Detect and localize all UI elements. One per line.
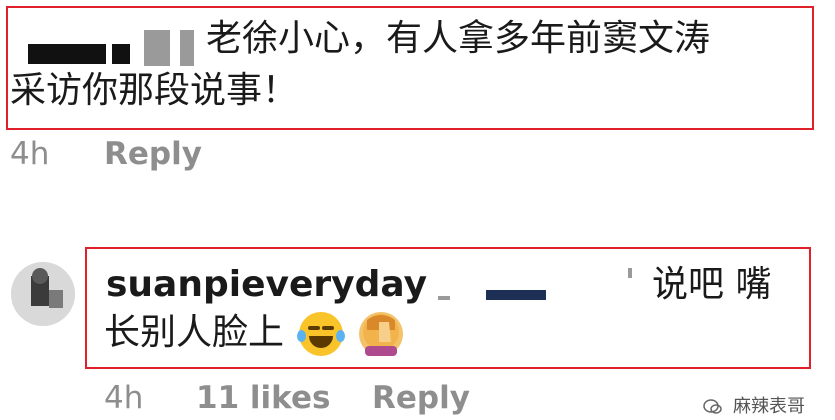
watermark: 麻辣表哥	[703, 392, 805, 418]
redacted-username	[180, 30, 194, 66]
redacted-username	[112, 44, 130, 64]
facepalm-icon	[358, 312, 403, 356]
face-with-tears-of-joy-icon	[297, 312, 346, 356]
comment-2-username[interactable]: suanpieveryday	[106, 260, 427, 310]
comment-1-text-line1: 老徐小心，有人拿多年前窦文涛	[206, 18, 711, 59]
redacted-username	[28, 44, 106, 64]
redacted-username	[144, 30, 170, 66]
redacted-mention	[486, 290, 546, 300]
comment-2-text-line2: 长别人脸上	[104, 312, 285, 353]
comment-2-reply-button[interactable]: Reply	[372, 380, 470, 416]
watermark-text: 麻辣表哥	[733, 396, 805, 417]
comment-2-time: 4h	[104, 380, 144, 416]
comment-2-text-right: 说吧 嘴	[652, 264, 772, 305]
redacted-mention	[438, 296, 450, 300]
avatar[interactable]	[11, 262, 75, 326]
comment-1-text-line2: 采访你那段说事！	[10, 70, 299, 111]
comment-1-reply-button[interactable]: Reply	[104, 136, 202, 172]
wechat-icon	[703, 399, 723, 415]
comment-2-likes[interactable]: 11 likes	[196, 380, 330, 416]
comment-1-time: 4h	[10, 136, 50, 172]
redacted-mention	[628, 268, 632, 278]
